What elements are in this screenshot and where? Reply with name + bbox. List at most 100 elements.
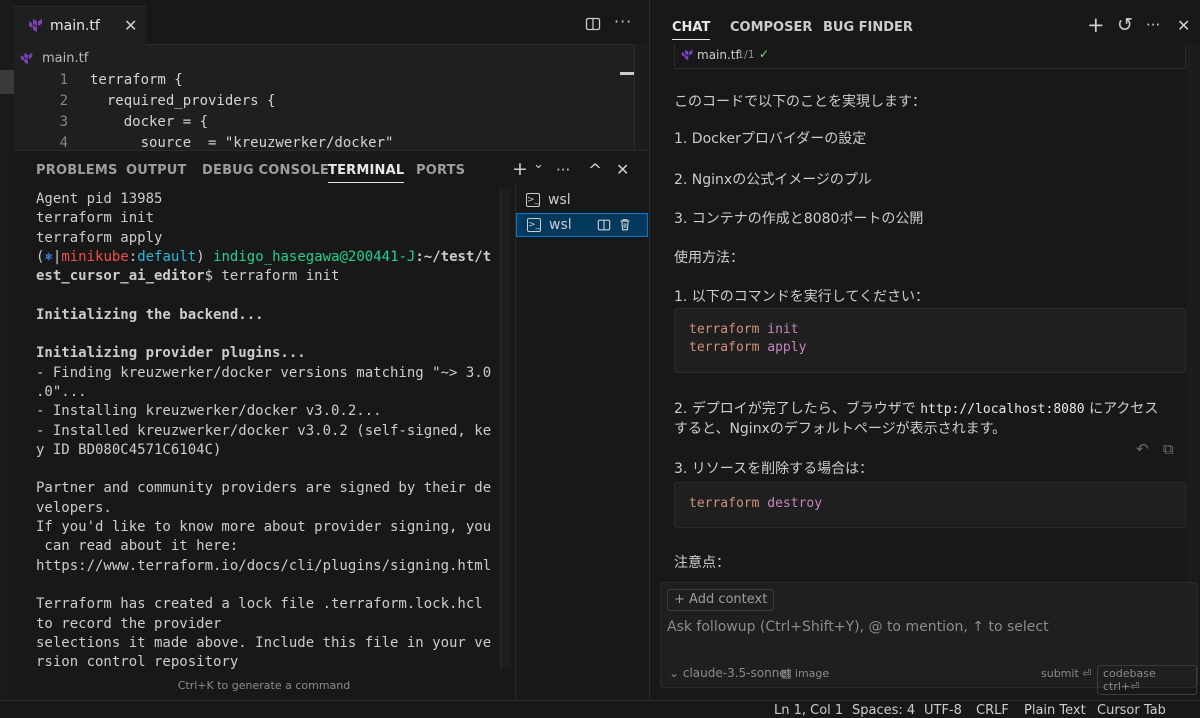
maximize-panel-icon[interactable]: ^ [588,161,602,181]
prompt-path: :~/test/t [415,248,492,265]
chat-scrollbar[interactable] [1187,44,1199,580]
code-block[interactable]: terraform init terraform apply [674,308,1186,373]
activity-strip [0,0,14,700]
message-text: 3. コンテナの作成と8080ポートの公開 [674,211,924,227]
terminal-line: Terraform has created a lock file .terra… [36,596,483,613]
image-button[interactable]: ▨ image [781,667,829,680]
close-panel-icon[interactable]: ✕ [616,160,629,179]
chat-more-icon[interactable]: ··· [1146,16,1160,34]
line-number: 1 [59,72,68,88]
line-number: 4 [59,135,68,150]
code-line: terraform init [689,322,799,337]
breadcrumb-file: main.tf [42,51,89,66]
code-line: terraform apply [689,340,807,355]
copy-icon[interactable]: ⧉ [1163,440,1174,458]
file-chip-count: 1/1 [737,48,755,61]
terminal-line: terraform init [36,210,155,227]
message-text: 注意点： [674,555,730,571]
split-terminal-icon[interactable] [597,218,611,232]
tab-problems[interactable]: PROBLEMS [36,163,118,178]
code-line[interactable]: terraform { [90,72,183,88]
bottom-panel: PROBLEMS OUTPUT DEBUG CONSOLE TERMINAL P… [14,150,648,701]
codebase-button[interactable]: codebase ctrl+⏎ [1097,665,1197,695]
terminal-line: - Installing kreuzwerker/docker v3.0.2..… [36,403,382,420]
trash-icon[interactable] [618,217,632,232]
prompt-colon: : [128,248,138,265]
model-selector[interactable]: ⌄ claude-3.5-sonnet [669,666,791,680]
prompt-close: ) [196,248,214,265]
history-icon[interactable]: ↺ [1117,14,1133,36]
terminal-line: selections it made above. Include this f… [36,634,492,651]
editor-more-icon[interactable]: ··· [614,12,632,31]
submit-button[interactable]: submit ⏎ [1041,667,1091,680]
tab-close-icon[interactable]: ✕ [124,16,137,35]
message-text: このコードで以下のことを実現します： [674,94,926,110]
prompt-command: $ terraform init [204,268,340,285]
split-editor-icon[interactable] [585,16,601,32]
context-file-chip[interactable]: main.tf 1/1 ✓ [674,44,1186,69]
message-text: 1. 以下のコマンドを実行してください： [674,289,929,305]
undo-icon[interactable]: ↶ [1136,440,1149,458]
terminal-icon: >_ [526,193,540,207]
terminal-line: Partner and community providers are sign… [36,480,492,497]
terraform-icon [29,19,42,32]
code-line[interactable]: source = "kreuzwerker/docker" [90,135,394,150]
prompt-context: minikube [61,248,129,265]
chat-input[interactable]: Ask followup (Ctrl+Shift+Y), @ to mentio… [667,619,1049,635]
terminal-link[interactable]: https://www.terraform.io/docs/cli/plugin… [36,558,491,574]
terminal-hint: Ctrl+K to generate a command [177,679,351,692]
terminal-list-item[interactable]: >_ wsl [516,189,648,213]
line-number: 3 [59,114,68,130]
editor-tab-bar: main.tf ✕ ··· [14,0,648,45]
new-chat-icon[interactable]: + [1087,13,1105,37]
terminal-line: y ID BD080C4571C6104C) [36,441,222,458]
terminal-line: to record the provider [36,615,222,632]
file-chip-name: main.tf [697,48,740,62]
tab-bug-finder[interactable]: BUG FINDER [823,20,913,35]
panel-more-icon[interactable]: ··· [556,161,570,179]
code-block[interactable]: terraform destroy [674,482,1186,528]
kubernetes-icon: ⎈ [44,248,53,265]
tab-main-tf[interactable]: main.tf ✕ [14,6,146,45]
prompt-namespace: default [137,248,197,265]
prompt-user: indigo_hasegawa@200441-J [213,248,416,265]
chat-input-box[interactable]: + Add context Ask followup (Ctrl+Shift+Y… [660,582,1198,695]
tab-terminal[interactable]: TERMINAL [328,163,405,183]
message-text: 使用方法： [674,250,744,266]
add-context-button[interactable]: + Add context [667,589,775,611]
line-number: 2 [59,93,68,109]
terminal-scrollbar[interactable] [500,189,511,669]
terminal-line: .0"... [36,383,87,400]
minimap-slider[interactable] [620,72,634,75]
tab-output[interactable]: OUTPUT [126,163,187,178]
message-text: すると、Nginxのデフォルトページが表示されます。 [674,421,1007,437]
tab-label: main.tf [50,18,100,34]
new-terminal-icon[interactable]: + [512,158,528,180]
check-icon: ✓ [759,47,770,61]
terminal-line: terraform apply [36,229,163,246]
chat-pane: CHAT COMPOSER BUG FINDER + ↺ ··· ✕ main.… [649,0,1200,700]
minimap[interactable] [634,44,649,150]
message-text: 2. Nginxの公式イメージのプル [674,172,872,188]
tab-debug-console[interactable]: DEBUG CONSOLE [202,163,329,178]
tab-composer[interactable]: COMPOSER [730,20,812,35]
code-line[interactable]: docker = { [90,114,208,130]
close-chat-icon[interactable]: ✕ [1177,16,1190,35]
message-text: 3. リソースを削除する場合は： [674,461,874,477]
code-line: terraform destroy [689,496,823,511]
terminal-output[interactable]: Agent pid 13985 terraform init terraform… [36,190,496,670]
terminal-line: - Installed kreuzwerker/docker v3.0.2 (s… [36,422,492,439]
terminal-list-item-active[interactable]: >_ wsl [516,213,648,237]
terminal-name: wsl [548,192,571,208]
tab-ports[interactable]: PORTS [416,163,465,178]
message-text: 1. Dockerプロバイダーの設定 [674,131,867,147]
activity-indicator [0,70,14,94]
terminal-icon: >_ [527,218,541,232]
tab-chat[interactable]: CHAT [672,20,711,40]
terminal-line: velopers. [36,499,112,516]
terminal-name: wsl [549,217,572,233]
status-bar: Ln 1, Col 1 Spaces: 4 UTF-8 CRLF Plain T… [0,700,1200,718]
terminal-line: rsion control repository [36,654,239,671]
chevron-down-icon[interactable]: ⌄ [533,157,544,172]
code-line[interactable]: required_providers { [90,93,276,109]
